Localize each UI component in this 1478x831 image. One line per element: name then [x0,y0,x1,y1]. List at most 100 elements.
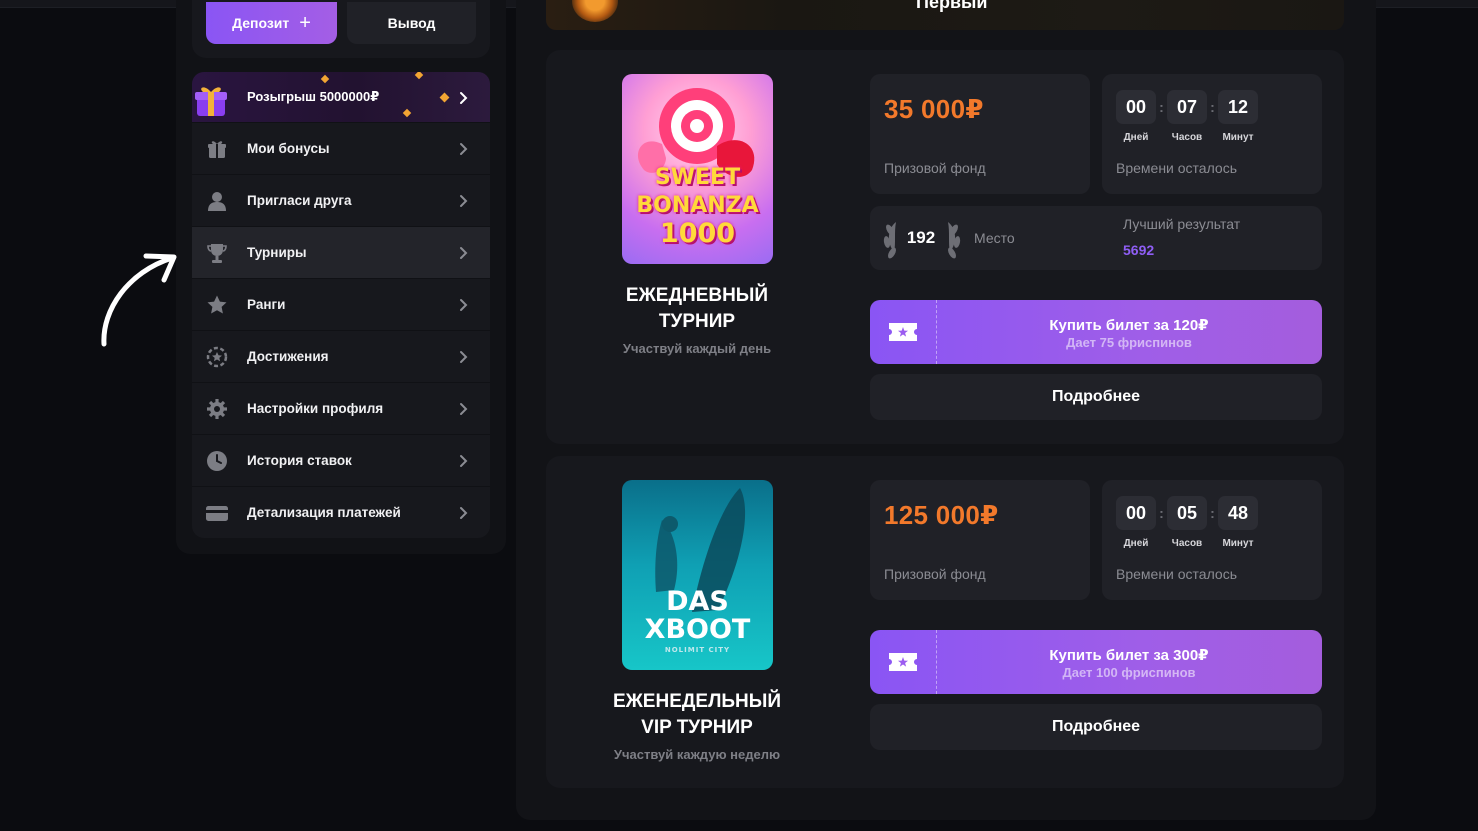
place-number: 192 [906,228,936,247]
timer-separator: : [1159,505,1164,521]
buy-ticket-button[interactable]: Купить билет за 300₽ Дает 100 фриспинов [870,630,1322,694]
gift-box-icon [195,87,227,116]
giveaway-label: Розыгрыш 5000000₽ [247,89,380,104]
menu-item-label: Достижения [247,349,329,364]
timer-hours: 07 [1167,90,1207,124]
confetti-decoration [320,74,330,84]
timer-box: 00 Дней : 05 Часов : 48 Минут Времени остал… [1102,480,1322,600]
menu-item-achievements[interactable]: Достижения [192,330,490,382]
deposit-button[interactable]: Депозит + [206,2,337,44]
diamond-icon [439,92,450,103]
menu-item-bet-history[interactable]: История ставок [192,434,490,486]
timer-minutes: 48 [1218,496,1258,530]
game-logo-line: DAS [666,586,729,617]
game-poster-das-xboot[interactable]: DAS XBOOT NOLIMIT CITY [622,480,773,670]
tournament-name-line: ТУРНИР [658,311,736,332]
tournament-name: ЕЖЕДНЕВНЫЙ ТУРНИР [572,283,822,335]
player-place-box: 192 Место Лучший результат 5692 [870,206,1322,270]
chevron-right-icon [460,507,468,519]
chevron-right-icon [460,403,468,415]
menu-item-label: Ранги [247,297,286,312]
timer-box: 00 Дней : 07 Часов : 12 Минут Времени остал… [1102,74,1322,194]
tournament-name-line: VIP ТУРНИР [641,717,753,738]
tournament-subtitle: Участвуй каждую неделю [613,747,781,762]
game-logo-line: SWEET [654,165,741,190]
countdown-timer: 00 Дней : 05 Часов : 48 Минут [1116,496,1258,549]
banner-title: Первый [916,0,988,12]
best-result-label: Лучший результат [1123,216,1241,232]
timer-separator: : [1210,99,1215,115]
star-icon [207,295,227,314]
tournament-name-line: ЕЖЕДНЕВНЫЙ [625,285,769,306]
timer-days: 00 [1116,496,1156,530]
menu-item-payment-details[interactable]: Детализация платежей [192,486,490,538]
details-button[interactable]: Подробнее [870,704,1322,750]
buy-ticket-label: Купить билет за 120₽ [1049,317,1209,334]
buy-ticket-sublabel: Дает 75 фриспинов [1066,335,1192,350]
chevron-right-icon [460,92,468,104]
buy-ticket-button[interactable]: Купить билет за 120₽ Дает 75 фриспинов [870,300,1322,364]
hand-drawn-arrow-icon [101,253,177,347]
timer-separator: : [1159,99,1164,115]
chevron-right-icon [460,455,468,467]
user-icon [208,192,226,211]
prize-fund-box: 35 000₽ Призовой фонд [870,74,1090,194]
plus-icon: + [299,12,311,34]
tournament-card-daily: SWEET BONANZA 1000 ЕЖЕДНЕВНЫЙ ТУРНИР Уча… [546,50,1344,444]
prize-amount: 125 000₽ [884,500,999,530]
tournament-subtitle: Участвуй каждый день [622,341,772,356]
menu-item-tournaments[interactable]: Турниры [192,226,490,278]
timer-days: 00 [1116,90,1156,124]
gift-icon [208,141,226,158]
menu-item-profile-settings[interactable]: Настройки профиля [192,382,490,434]
menu-item-bonuses[interactable]: Мои бонусы [192,122,490,174]
menu-item-label: История ставок [247,453,352,468]
time-left-label: Времени осталось [1116,160,1237,176]
timer-minutes: 12 [1218,90,1258,124]
deposit-label: Депозит [232,15,290,31]
gear-icon [207,399,227,419]
prize-fund-label: Призовой фонд [884,566,986,582]
profile-menu: Розыгрыш 5000000₽ Мои бонусы Пригласи др… [192,72,490,538]
countdown-timer: 00 Дней : 07 Часов : 12 Минут [1116,90,1258,143]
achievement-icon [206,346,228,368]
chevron-right-icon [460,247,468,259]
buy-ticket-label: Купить билет за 300₽ [1049,647,1209,664]
game-logo-line: BONANZA [636,193,759,218]
tournament-card-weekly-vip: DAS XBOOT NOLIMIT CITY ЕЖЕНЕДЕЛЬНЫЙ VIP … [546,456,1344,788]
details-button[interactable]: Подробнее [870,374,1322,420]
chevron-right-icon [460,195,468,207]
menu-item-label: Мои бонусы [247,141,330,156]
ticket-icon [889,323,917,341]
timer-hours: 05 [1167,496,1207,530]
confetti-decoration [414,72,424,80]
game-poster-sweet-bonanza[interactable]: SWEET BONANZA 1000 [622,74,773,264]
card-icon [206,506,228,521]
timer-separator: : [1210,505,1215,521]
timer-days-label: Дней [1123,538,1149,549]
menu-item-label: Настройки профиля [247,401,384,416]
timer-minutes-label: Минут [1222,538,1254,549]
menu-item-ranks[interactable]: Ранги [192,278,490,330]
top-banner: Первый [546,0,1344,30]
menu-item-label: Детализация платежей [247,505,401,520]
tournament-name-line: ЕЖЕНЕДЕЛЬНЫЙ [612,691,782,712]
clock-icon [207,451,227,471]
prize-amount: 35 000₽ [884,94,984,124]
game-logo-line: NOLIMIT CITY [664,646,731,654]
prize-fund-box: 125 000₽ Призовой фонд [870,480,1090,600]
buy-ticket-sublabel: Дает 100 фриспинов [1062,665,1196,680]
time-left-label: Времени осталось [1116,566,1237,582]
menu-item-invite[interactable]: Пригласи друга [192,174,490,226]
giveaway-banner[interactable]: Розыгрыш 5000000₽ [192,72,490,122]
confetti-decoration [402,108,412,118]
timer-hours-label: Часов [1171,132,1203,143]
ticket-icon [889,653,917,671]
timer-days-label: Дней [1123,132,1149,143]
trophy-icon [207,244,227,263]
timer-minutes-label: Минут [1222,132,1254,143]
withdraw-button[interactable]: Вывод [347,2,476,44]
coin-icon [572,0,618,22]
menu-item-label: Пригласи друга [247,193,352,208]
chevron-right-icon [460,299,468,311]
